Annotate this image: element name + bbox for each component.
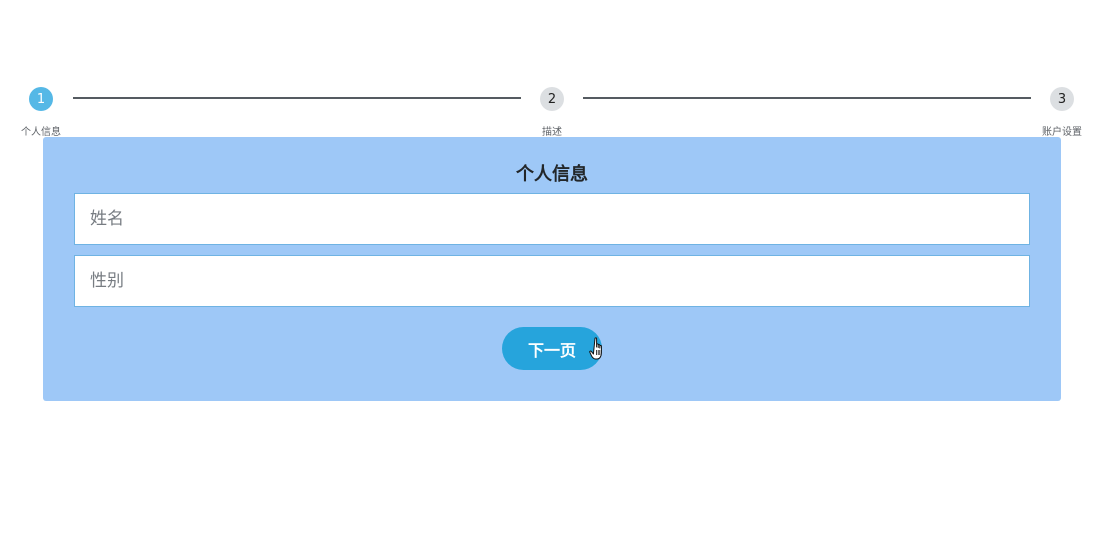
hand-pointer-cursor-icon [589, 337, 602, 360]
next-page-button[interactable]: 下一页 [502, 327, 602, 370]
gender-input[interactable] [74, 255, 1030, 307]
step-3-label: 账户设置 [1042, 127, 1082, 138]
step-2-label: 描述 [542, 127, 562, 138]
name-input[interactable] [74, 193, 1030, 245]
progress-steps: 1 2 3 个人信息 描述 账户设置 [0, 0, 1104, 140]
personal-info-form: 个人信息 下一页 [43, 137, 1061, 401]
step-3-indicator[interactable]: 3 [1050, 87, 1074, 111]
step-1-indicator[interactable]: 1 [29, 87, 53, 111]
step-1-number: 1 [36, 91, 46, 107]
step-connector-1-2 [73, 97, 521, 99]
step-1-label: 个人信息 [21, 127, 61, 138]
step-2-number: 2 [547, 91, 557, 107]
form-title: 个人信息 [516, 164, 588, 185]
step-3-number: 3 [1057, 91, 1067, 107]
step-2-indicator[interactable]: 2 [540, 87, 564, 111]
step-connector-2-3 [583, 97, 1031, 99]
